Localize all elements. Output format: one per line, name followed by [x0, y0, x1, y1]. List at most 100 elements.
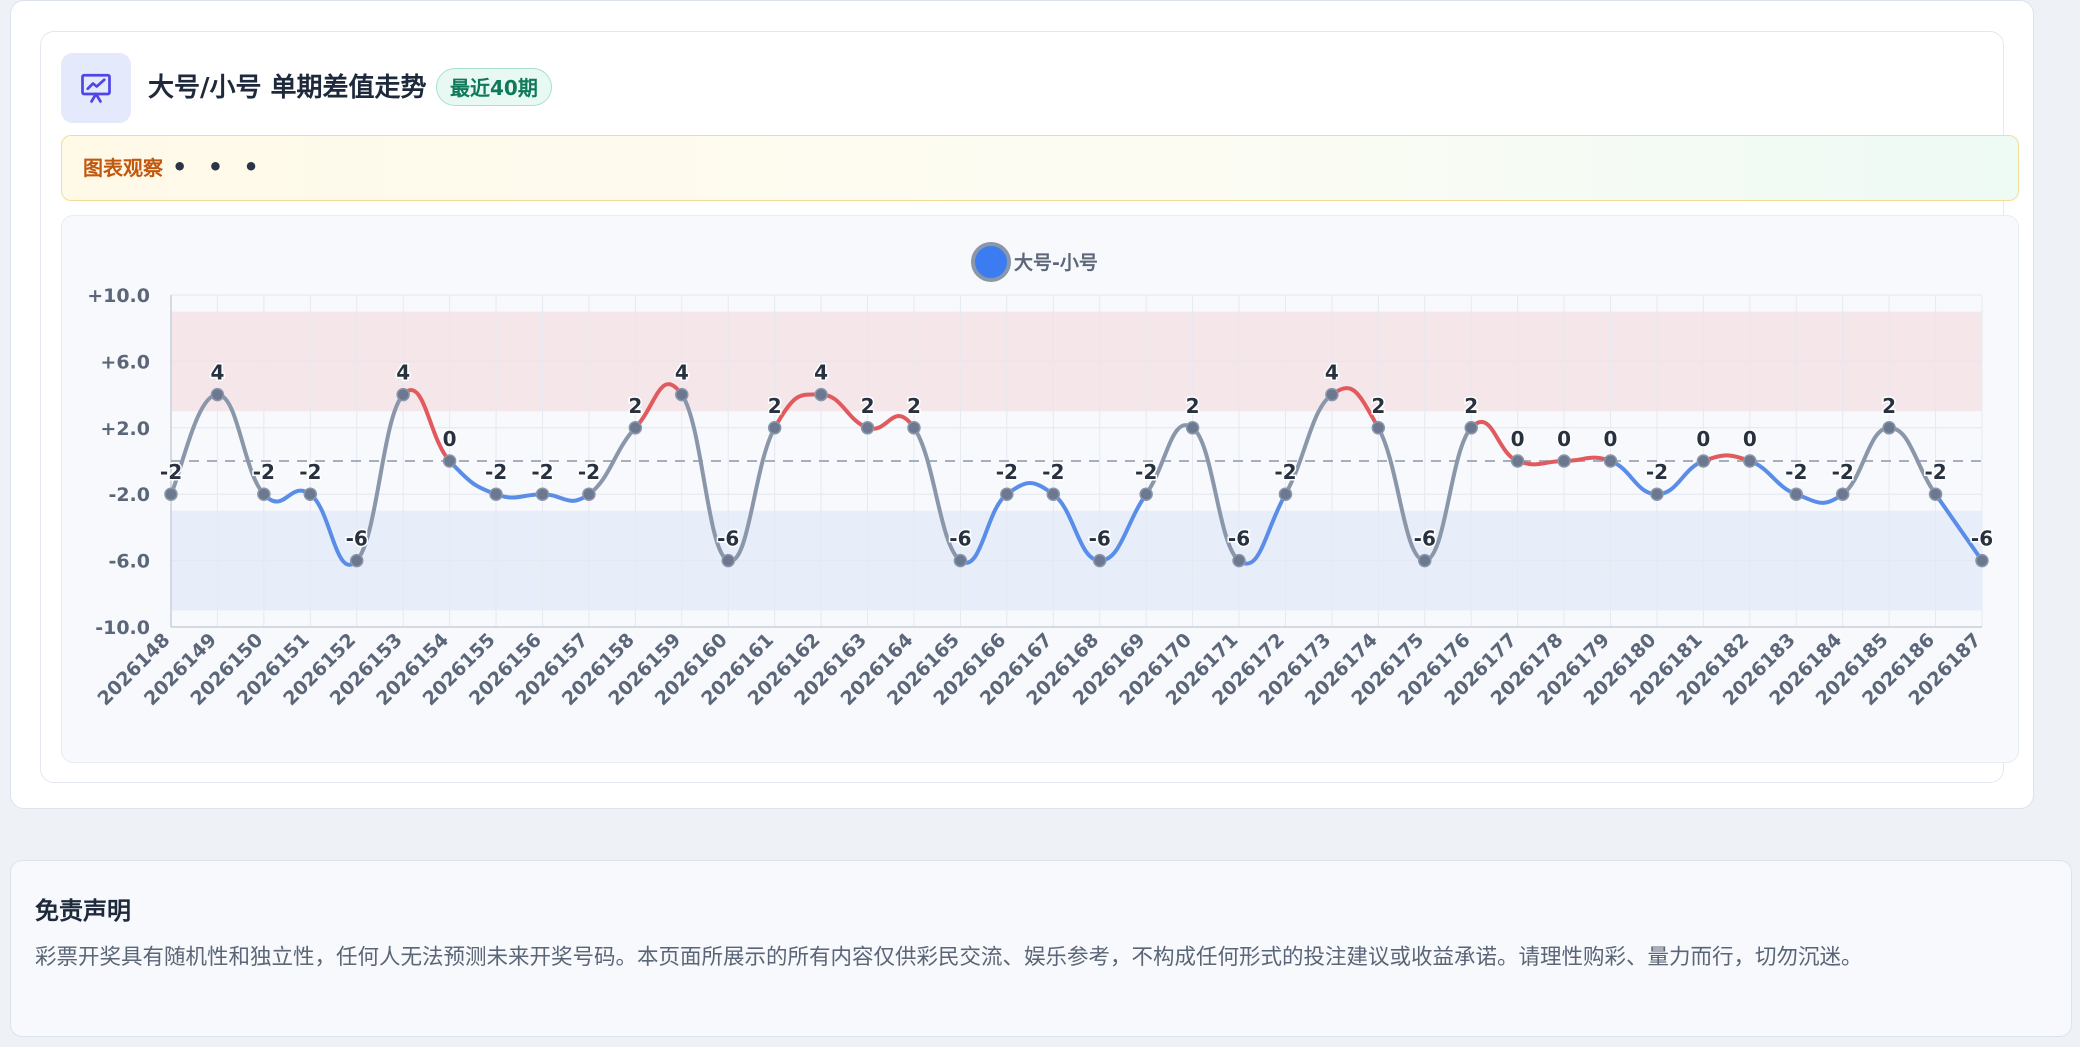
- data-point: [396, 387, 410, 402]
- data-label: 4: [814, 361, 828, 385]
- line-segment: [261, 488, 313, 504]
- data-label: -2: [485, 460, 507, 484]
- data-label: 2: [861, 394, 875, 418]
- data-point: [1232, 553, 1246, 568]
- data-label: -2: [1832, 460, 1854, 484]
- data-point: [767, 421, 782, 435]
- data-label: -2: [1135, 460, 1157, 484]
- data-label: 4: [675, 361, 689, 385]
- data-point: [1789, 487, 1804, 501]
- data-point: [164, 487, 178, 501]
- data-label: -6: [346, 527, 368, 551]
- data-label: 4: [1325, 361, 1339, 385]
- data-label: -2: [253, 460, 275, 484]
- data-label: -2: [160, 460, 182, 484]
- data-label: 0: [443, 427, 457, 451]
- data-label: 2: [768, 394, 782, 418]
- line-segment: [1562, 455, 1613, 463]
- data-label: -2: [1042, 460, 1064, 484]
- data-label: -6: [1089, 527, 1111, 551]
- data-label: -2: [1274, 460, 1296, 484]
- data-point: [210, 387, 225, 402]
- data-label: -2: [531, 460, 553, 484]
- line-segment: [865, 414, 916, 431]
- data-label: -6: [1414, 527, 1436, 551]
- data-point: [1603, 454, 1618, 468]
- data-point: [1000, 487, 1014, 501]
- data-point: [675, 387, 689, 402]
- data-point: [1975, 553, 1989, 568]
- line-segment: [540, 492, 591, 503]
- data-point: [1510, 454, 1525, 468]
- data-point: [1557, 454, 1571, 468]
- data-label: 2: [907, 394, 921, 418]
- trend-card: 大号/小号 单期差值走势 最近40期 图表观察 • • • +10.0 +6.0 +…: [10, 0, 2034, 809]
- data-label: -2: [1924, 460, 1946, 484]
- data-point: [1092, 553, 1107, 568]
- data-label: 0: [1696, 427, 1710, 451]
- data-label: -2: [1785, 460, 1807, 484]
- data-point: [349, 553, 364, 568]
- data-point: [1278, 487, 1293, 501]
- data-point: [628, 421, 643, 435]
- data-point: [1185, 421, 1200, 435]
- data-label: 4: [210, 361, 224, 385]
- data-point: [907, 421, 921, 435]
- data-label: -2: [299, 460, 321, 484]
- disclaimer-panel: 免责声明 彩票开奖具有随机性和独立性，任何人无法预测未来开奖号码。本页面所展示的…: [10, 860, 2072, 1037]
- data-label: 0: [1743, 427, 1757, 451]
- data-point: [257, 487, 271, 501]
- data-label: 2: [628, 394, 642, 418]
- y-tick-label: +6.0: [100, 351, 150, 373]
- data-point: [860, 421, 875, 435]
- data-point: [814, 387, 828, 402]
- line-chart: +10.0+6.0+2.0-2.0-6.0-10.020261482026149…: [87, 242, 1995, 710]
- y-tick-label: +10.0: [87, 285, 150, 307]
- disclaimer-title: 免责声明: [35, 897, 131, 925]
- y-tick-label: -6.0: [108, 551, 150, 573]
- data-point: [1743, 454, 1757, 468]
- data-point: [1464, 421, 1478, 435]
- data-point: [1928, 487, 1943, 501]
- line-segment: [1004, 481, 1056, 497]
- data-point: [1835, 487, 1850, 501]
- chart-panel: +10.0 +6.0 +2.0 -2.0 -6.0 -10.0 2026148 2026149…: [61, 215, 2019, 763]
- data-point: [582, 487, 596, 501]
- data-label: -2: [1646, 460, 1668, 484]
- data-label: -6: [1228, 527, 1250, 551]
- data-label: -6: [717, 527, 739, 551]
- y-tick-label: +2.0: [100, 418, 150, 440]
- data-point: [1325, 387, 1339, 402]
- legend-label: 大号-小号: [1014, 251, 1098, 274]
- data-label: 2: [1464, 394, 1478, 418]
- line-segment: [1794, 492, 1845, 505]
- data-point: [535, 487, 550, 501]
- legend-marker: [971, 242, 1011, 282]
- data-point: [1696, 454, 1711, 468]
- y-tick-label: -2.0: [108, 484, 150, 506]
- data-label: -6: [949, 527, 971, 551]
- chart-card: 大号/小号 单期差值走势 最近40期 图表观察 • • • +10.0 +6.0 +…: [40, 31, 2019, 783]
- data-label: 0: [1511, 427, 1525, 451]
- disclaimer-text: 彩票开奖具有随机性和独立性，任何人无法预测未来开奖号码。本页面所展示的所有内容仅…: [35, 945, 1863, 970]
- data-point: [1371, 421, 1386, 435]
- data-point: [721, 553, 735, 568]
- data-point: [1418, 553, 1432, 568]
- data-label: 2: [1882, 394, 1896, 418]
- data-label: 2: [1186, 394, 1200, 418]
- data-label: -2: [996, 460, 1018, 484]
- data-point: [489, 487, 503, 501]
- data-label: 2: [1371, 394, 1385, 418]
- data-point: [1046, 487, 1061, 501]
- data-point: [953, 553, 968, 568]
- y-tick-label: -10.0: [95, 617, 150, 639]
- data-label: 0: [1604, 427, 1618, 451]
- data-label: 4: [396, 361, 410, 385]
- data-label: 0: [1557, 427, 1571, 451]
- data-point: [303, 487, 318, 501]
- data-label: -2: [578, 460, 600, 484]
- data-label: -6: [1971, 527, 1993, 551]
- data-point: [1650, 487, 1664, 501]
- data-point: [1882, 421, 1896, 435]
- data-point: [442, 454, 457, 468]
